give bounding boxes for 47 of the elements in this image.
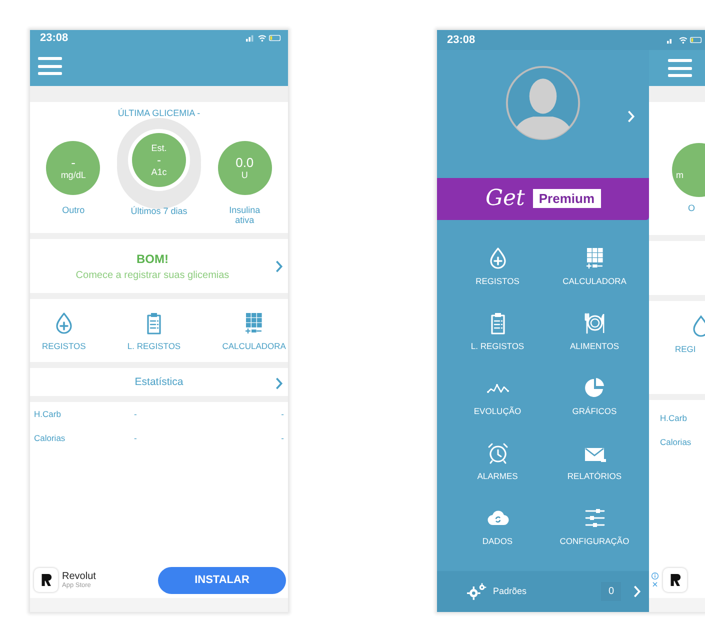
stat-top-label: Est. <box>151 143 167 153</box>
shortcut-button[interactable]: L. REGISTOS <box>127 310 181 350</box>
shortcut-button[interactable]: CALCULADORA <box>222 310 286 350</box>
stat-value: - <box>71 156 76 170</box>
stat-row-label: Calorias <box>34 433 66 443</box>
menu-item[interactable]: REGISTOS <box>449 246 546 290</box>
stat-label: Últimos 7 dias <box>130 206 188 216</box>
stat-label: Insulina ativa <box>228 205 262 225</box>
install-button[interactable]: INSTALAR <box>158 566 286 594</box>
stat-value: 0.0 <box>236 156 254 170</box>
defaults-count: 0 <box>601 582 621 601</box>
menu-item[interactable]: GRÁFICOS <box>546 376 643 420</box>
stat-row-value: - <box>134 433 138 443</box>
stat-value: - <box>156 153 161 167</box>
menu-item[interactable]: ALIMENTOS <box>546 310 643 355</box>
stat-row-value: - <box>134 409 138 419</box>
menu-item[interactable]: DADOS <box>449 506 546 550</box>
premium-badge: Premium <box>532 189 601 208</box>
status-title: BOM! <box>136 252 168 266</box>
last-reading-title: ÚLTIMA GLICEMIA - <box>116 107 202 120</box>
premium-banner[interactable]: Get Premium <box>437 178 649 220</box>
stat-label: O <box>688 203 696 213</box>
premium-script-text: Get <box>485 186 525 212</box>
menu-item[interactable]: ALARMES <box>449 440 546 485</box>
status-time: 23:08 <box>447 34 476 46</box>
menu-item[interactable]: RELATÓRIOS <box>546 440 643 485</box>
stat-row-label: H.Carb <box>659 413 688 423</box>
stat-row-label: H.Carb <box>34 409 62 419</box>
stat-row-value: - <box>281 409 284 419</box>
stat-label: Outro <box>61 205 86 215</box>
shortcut-button[interactable]: REGISTOS <box>42 310 86 350</box>
stat-unit: A1c <box>151 167 167 177</box>
menu-item[interactable]: CALCULADORA <box>546 246 643 290</box>
shortcut-label: REGI <box>675 344 697 354</box>
stat-unit: U <box>241 170 248 180</box>
stat-row-label: Calorias <box>659 437 692 447</box>
app-name: Revolut <box>62 571 97 582</box>
menu-item[interactable]: L. REGISTOS <box>449 310 546 355</box>
defaults-label[interactable]: Padrões <box>493 586 602 596</box>
status-message: Comece a registrar suas glicemias <box>76 270 230 280</box>
menu-item[interactable]: CONFIGURAÇÃO <box>546 506 643 550</box>
stat-unit: m <box>676 170 684 180</box>
stat-unit: mg/dL <box>60 170 86 180</box>
statistics-title[interactable]: Estatística <box>134 376 184 388</box>
stat-row-value: - <box>281 433 284 443</box>
status-time: 23:08 <box>40 32 68 44</box>
menu-item[interactable]: EVOLUÇÃO <box>449 376 546 420</box>
